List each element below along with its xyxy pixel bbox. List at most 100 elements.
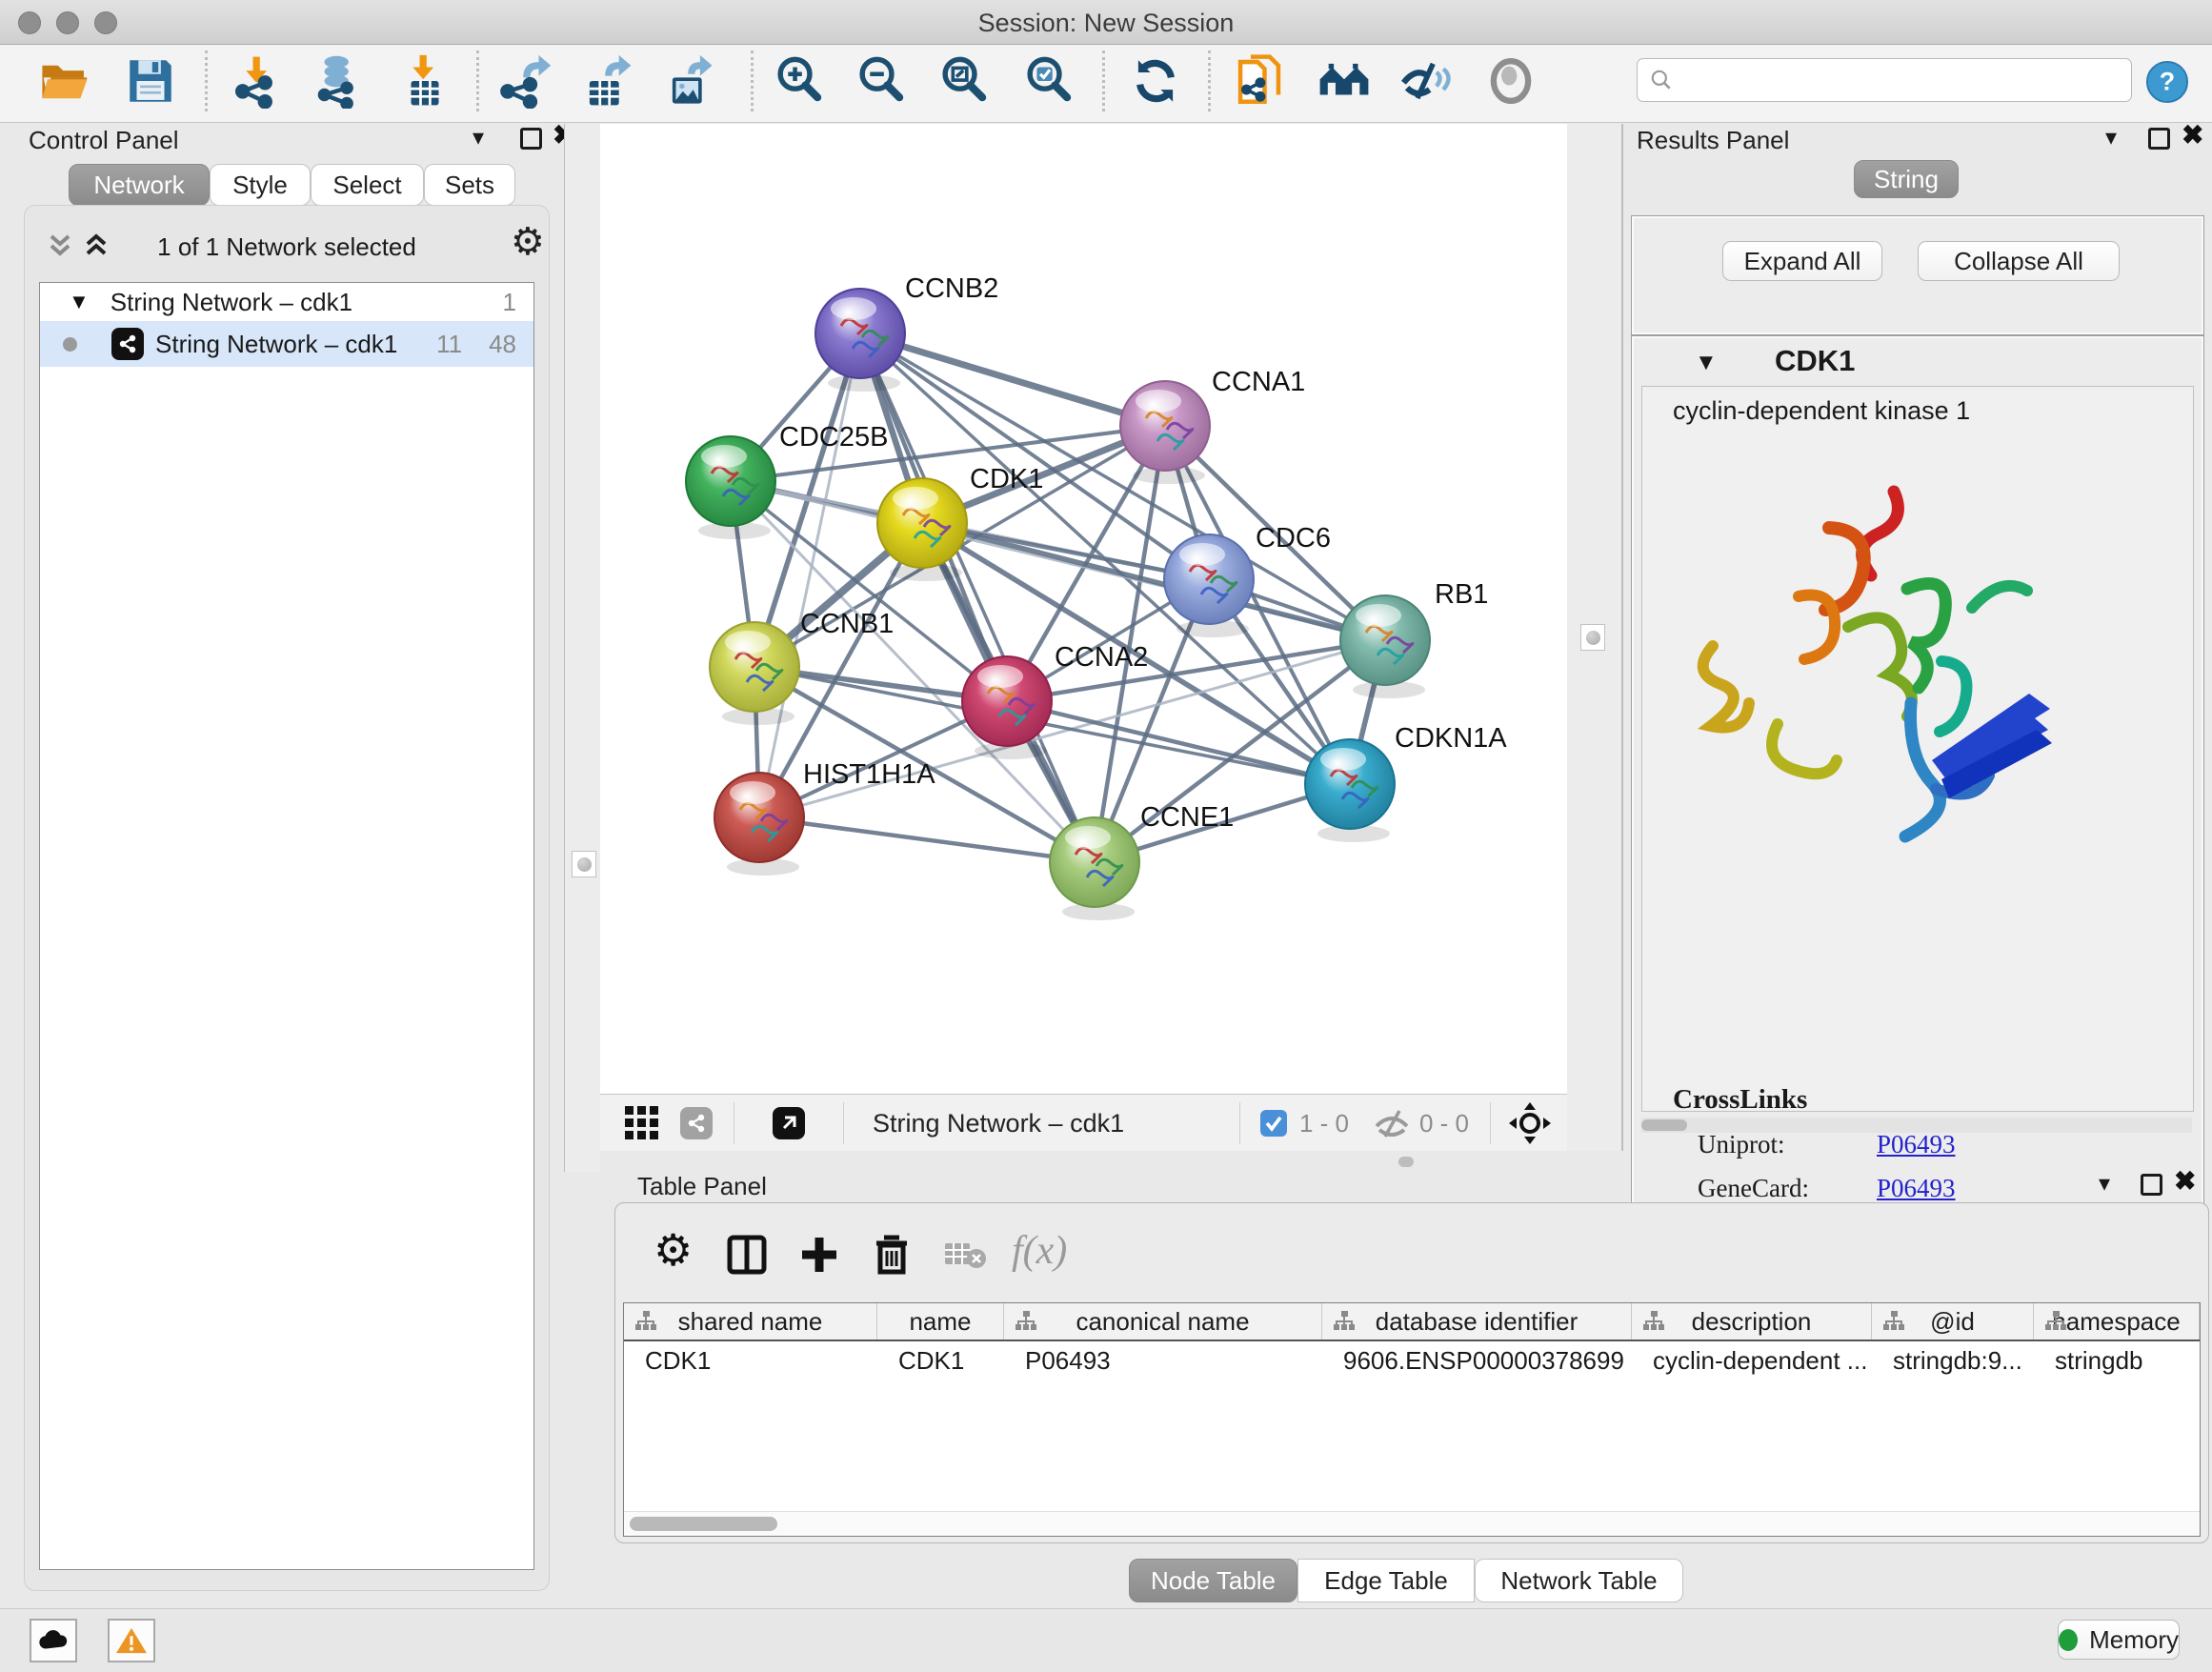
table-settings-gear-icon[interactable]: ⚙	[654, 1228, 693, 1272]
birdseye-grid-icon[interactable]	[623, 1104, 661, 1142]
column-header-namespace[interactable]: namespace	[2034, 1303, 2200, 1340]
search-field[interactable]	[1637, 58, 2132, 102]
collection-expand-icon[interactable]: ▼	[69, 290, 90, 314]
tab-style[interactable]: Style	[210, 164, 311, 206]
fit-content-crosshair-icon[interactable]	[1508, 1101, 1552, 1145]
svg-text:CDC6: CDC6	[1256, 523, 1331, 554]
results-panel-float-icon[interactable]: ▾	[2105, 124, 2117, 151]
help-icon[interactable]: ?	[2145, 60, 2189, 104]
table-hscrollbar-thumb[interactable]	[630, 1517, 777, 1531]
warning-status-button[interactable]	[108, 1619, 155, 1662]
table-panel-close-icon[interactable]: ✖	[2174, 1172, 2196, 1191]
table-row[interactable]: CDK1CDK1P064939606.ENSP00000378699cyclin…	[624, 1341, 2200, 1380]
show-all-icon[interactable]	[1483, 53, 1538, 109]
selected-checkbox-icon[interactable]	[1259, 1109, 1288, 1138]
table-panel-float-icon[interactable]: ▾	[2099, 1170, 2110, 1198]
collection-count: 1	[503, 288, 516, 317]
crosslinks-title: CrossLinks	[1673, 1084, 1807, 1116]
memory-button[interactable]: Memory	[2058, 1620, 2180, 1660]
control-panel-maximize-icon[interactable]	[520, 128, 542, 150]
results-panel-close-icon[interactable]: ✖	[2182, 126, 2203, 145]
tab-select[interactable]: Select	[311, 164, 424, 206]
export-view-icon[interactable]	[773, 1107, 805, 1139]
delete-column-icon[interactable]	[871, 1232, 913, 1276]
table-cell[interactable]: CDK1	[877, 1341, 1004, 1380]
zoom-in-icon[interactable]	[773, 53, 828, 109]
hidden-eye-icon[interactable]	[1374, 1107, 1410, 1139]
table-cell[interactable]: P06493	[1004, 1341, 1322, 1380]
network-collection-row[interactable]: ▼ String Network – cdk1 1	[40, 283, 533, 321]
hide-selected-icon[interactable]	[1398, 53, 1454, 109]
zoom-selected-icon[interactable]	[1022, 53, 1077, 109]
column-header-canonical-name[interactable]: canonical name	[1004, 1303, 1322, 1340]
control-panel-float-icon[interactable]: ▾	[473, 124, 484, 151]
import-network-file-icon[interactable]	[231, 53, 286, 109]
table-cell[interactable]: CDK1	[624, 1341, 877, 1380]
table-panel-maximize-icon[interactable]	[2141, 1174, 2162, 1196]
cloud-icon	[37, 1628, 70, 1653]
open-session-icon[interactable]	[37, 53, 92, 109]
refresh-icon[interactable]	[1128, 53, 1183, 109]
network-view-toolbar: String Network – cdk1 1 - 0 0 - 0	[600, 1094, 1567, 1153]
warning-icon	[115, 1626, 148, 1655]
right-splitter-handle[interactable]	[1580, 624, 1605, 651]
network-edge-count: 48	[489, 330, 516, 359]
toolbar-separator	[1208, 50, 1211, 111]
network-badge-icon[interactable]	[680, 1107, 713, 1139]
horizontal-splitter-handle[interactable]	[1398, 1157, 1414, 1167]
collapse-all-button[interactable]: Collapse All	[1918, 241, 2120, 281]
show-columns-icon[interactable]	[726, 1234, 768, 1276]
table-panel-title: Table Panel	[637, 1172, 767, 1201]
network-tab-content: 1 of 1 Network selected ⚙ ▼ String Netwo…	[24, 205, 550, 1591]
search-input[interactable]	[1674, 66, 2097, 94]
export-network-icon[interactable]	[497, 53, 553, 109]
table-cell[interactable]: stringdb	[2034, 1341, 2200, 1380]
column-header-database-identifier[interactable]: database identifier	[1322, 1303, 1632, 1340]
tab-node-table[interactable]: Node Table	[1129, 1559, 1297, 1602]
tab-network-table[interactable]: Network Table	[1475, 1559, 1683, 1602]
tab-string[interactable]: String	[1854, 160, 1959, 198]
results-panel: Results Panel ▾ ✖ String Expand All Coll…	[1621, 124, 2212, 1151]
table-cell[interactable]: stringdb:9...	[1872, 1341, 2034, 1380]
save-session-icon[interactable]	[123, 53, 178, 109]
tab-network[interactable]: Network	[69, 164, 210, 206]
table-cell[interactable]: cyclin-dependent ...	[1632, 1341, 1872, 1380]
results-panel-maximize-icon[interactable]	[2148, 128, 2170, 150]
svg-text:?: ?	[2160, 68, 2175, 96]
gene-section: ▼ CDK1 cyclin-dependent kinase 1	[1631, 335, 2204, 1231]
network-graph[interactable]: CCNB2CCNA1CDC25BCDK1CDC6RB1CCNB1CCNA2CDK…	[600, 124, 1567, 1094]
export-image-icon[interactable]	[662, 53, 717, 109]
column-header-shared-name[interactable]: shared name	[624, 1303, 877, 1340]
column-header-name[interactable]: name	[877, 1303, 1004, 1340]
left-splitter-handle[interactable]	[572, 851, 596, 877]
column-header--id[interactable]: @id	[1872, 1303, 2034, 1340]
network-row-selected[interactable]: String Network – cdk1 11 48	[40, 321, 533, 367]
results-hscrollbar-thumb[interactable]	[1641, 1119, 1687, 1131]
results-hscrollbar[interactable]	[1641, 1118, 2192, 1133]
export-table-icon[interactable]	[579, 53, 634, 109]
left-splitter[interactable]	[564, 124, 601, 1172]
table-hscrollbar[interactable]	[624, 1511, 2200, 1537]
import-table-icon[interactable]	[397, 53, 452, 109]
network-options-gear-icon[interactable]: ⚙	[511, 223, 545, 261]
svg-text:CCNB2: CCNB2	[905, 273, 998, 304]
zoom-fit-icon[interactable]	[937, 53, 993, 109]
expand-all-button[interactable]: Expand All	[1722, 241, 1882, 281]
import-network-database-icon[interactable]	[311, 53, 366, 109]
add-column-icon[interactable]	[798, 1234, 840, 1276]
column-header-description[interactable]: description	[1632, 1303, 1872, 1340]
crosslink-value[interactable]: P06493	[1877, 1130, 1956, 1159]
gene-symbol: CDK1	[1775, 344, 1855, 378]
tab-sets[interactable]: Sets	[424, 164, 515, 206]
tab-edge-table[interactable]: Edge Table	[1297, 1559, 1475, 1602]
search-icon	[1649, 68, 1674, 92]
table-cell[interactable]: 9606.ENSP00000378699	[1322, 1341, 1632, 1380]
cloud-status-button[interactable]	[30, 1619, 77, 1662]
zoom-out-icon[interactable]	[855, 53, 910, 109]
new-network-from-selection-icon[interactable]	[1232, 53, 1287, 109]
gene-collapse-icon[interactable]: ▼	[1695, 350, 1718, 376]
right-splitter[interactable]	[1567, 124, 1623, 1151]
first-neighbors-icon[interactable]	[1317, 53, 1372, 109]
network-canvas[interactable]: CCNB2CCNA1CDC25BCDK1CDC6RB1CCNB1CCNA2CDK…	[600, 124, 1568, 1094]
network-type-icon	[111, 328, 144, 360]
